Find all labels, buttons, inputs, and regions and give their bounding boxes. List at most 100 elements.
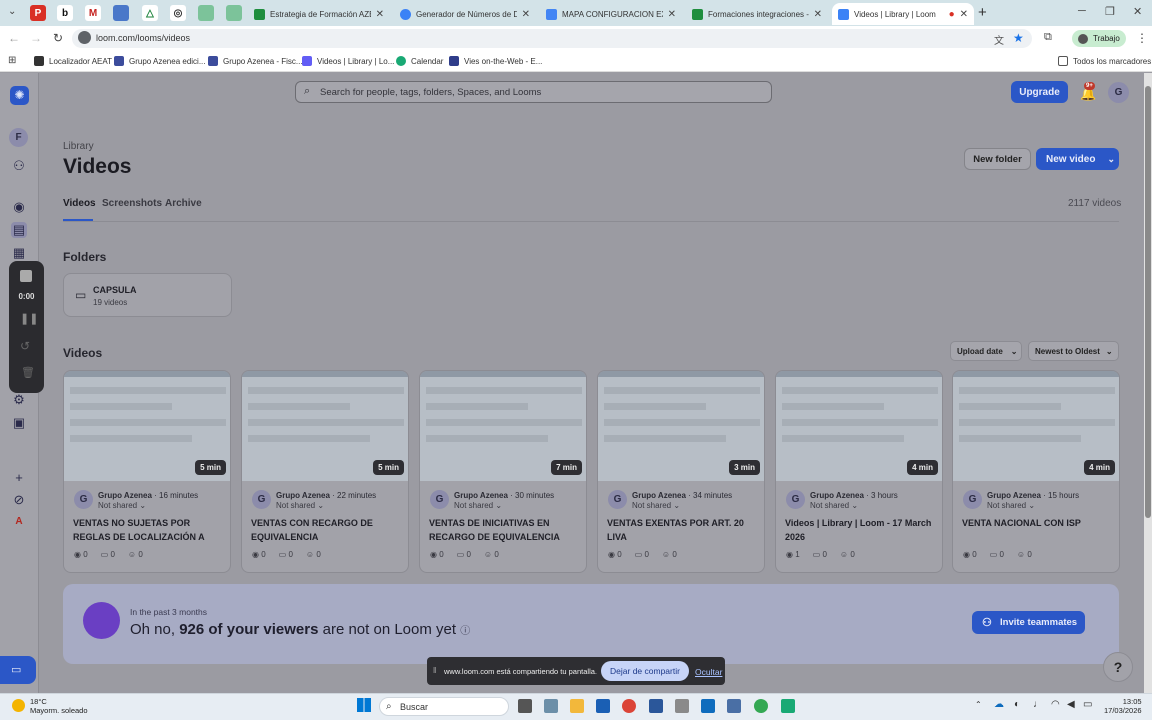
tab-videos[interactable]: Videos	[63, 198, 96, 209]
user-avatar[interactable]: G	[1108, 82, 1129, 103]
tab-search-icon[interactable]: ⌄	[8, 6, 16, 17]
share-status[interactable]: Not shared ⌄	[810, 501, 858, 510]
pinned-tab-icon[interactable]	[226, 5, 242, 21]
info-icon[interactable]: ⓘ	[460, 626, 470, 637]
back-icon[interactable]: ←	[8, 31, 20, 45]
add-user-icon[interactable]: ⚇	[11, 158, 27, 174]
system-clock[interactable]: 13:05 17/03/2026	[1104, 697, 1142, 715]
windows-start-icon[interactable]	[357, 698, 371, 712]
bookmark-item[interactable]: Grupo Azenea - Fisc...	[208, 56, 303, 66]
video-card[interactable]: 4 min G Grupo Azenea · 15 hours Not shared …	[952, 370, 1120, 573]
url-text[interactable]: loom.com/looms/videos	[96, 33, 190, 43]
menu-icon[interactable]: ⋮	[1136, 31, 1148, 45]
microphone-icon[interactable]: ♩	[1033, 699, 1043, 710]
app-icon[interactable]	[701, 699, 715, 713]
video-card[interactable]: 4 min G Grupo Azenea · 3 hours Not shared ⌄…	[775, 370, 943, 573]
bookmark-item[interactable]: Videos | Library | Lo...	[302, 56, 394, 66]
minimize-icon[interactable]: ─	[1078, 5, 1086, 17]
upgrade-button[interactable]: Upgrade	[1011, 81, 1068, 103]
close-icon[interactable]: ✕	[376, 9, 384, 20]
tab-screenshots[interactable]: Screenshots	[102, 198, 162, 209]
tab-archive[interactable]: Archive	[165, 198, 202, 209]
browser-tab[interactable]: Formaciones integraciones - He ✕	[686, 3, 828, 25]
browser-tab-active[interactable]: Videos | Library | Loom ● ✕	[832, 3, 974, 25]
chevron-up-icon[interactable]: ⌃	[975, 700, 982, 709]
stop-icon[interactable]	[20, 270, 32, 282]
word-icon[interactable]	[649, 699, 663, 713]
breadcrumb[interactable]: Library	[63, 141, 94, 152]
share-status[interactable]: Not shared ⌄	[632, 501, 680, 510]
video-thumbnail[interactable]: 4 min	[776, 371, 942, 481]
volume-icon[interactable]: ◀	[1067, 699, 1075, 710]
close-icon[interactable]: ✕	[814, 9, 822, 20]
add-icon[interactable]: +	[11, 470, 27, 486]
drive-icon[interactable]: △	[142, 5, 158, 21]
search-input[interactable]: Search for people, tags, folders, Spaces…	[320, 87, 541, 98]
video-card[interactable]: 5 min G Grupo Azenea · 16 minutes Not share…	[63, 370, 231, 573]
pinned-tab-icon[interactable]	[198, 5, 214, 21]
video-thumbnail[interactable]: 7 min	[420, 371, 586, 481]
video-title[interactable]: VENTAS EXENTAS POR ART. 20 LIVA	[607, 516, 759, 544]
stop-sharing-button[interactable]: Dejar de compartir	[601, 661, 689, 681]
close-window-icon[interactable]: ✕	[1133, 5, 1142, 18]
share-status[interactable]: Not shared ⌄	[454, 501, 502, 510]
calendar-icon[interactable]: ▦	[11, 245, 27, 261]
app-icon[interactable]	[781, 699, 795, 713]
taskbar-search[interactable]: ⌕ Buscar	[379, 697, 509, 716]
video-title[interactable]: VENTAS DE INICIATIVAS EN RECARGO DE EQUI…	[429, 516, 581, 544]
bookmark-item[interactable]: Localizador AEAT	[34, 56, 112, 66]
folder-card[interactable]: ▭ CAPSULA 19 videos	[63, 273, 232, 317]
forward-icon[interactable]: →	[30, 31, 42, 45]
battery-icon[interactable]: ▭	[1083, 699, 1092, 710]
hide-link[interactable]: Ocultar	[695, 667, 722, 677]
account-badge[interactable]: A	[11, 514, 27, 530]
trash-icon[interactable]: 🗑	[21, 366, 35, 379]
onedrive-icon[interactable]: ☁	[994, 699, 1004, 710]
task-view-icon[interactable]	[518, 699, 532, 713]
new-folder-button[interactable]: New folder	[964, 148, 1031, 170]
bookmark-item[interactable]: Vies on-the-Web - E...	[449, 56, 542, 66]
bookmark-star-icon[interactable]: ★	[1013, 31, 1024, 45]
weather-widget[interactable]: 18°C Mayorm. soleado	[30, 697, 88, 715]
upload-date-dropdown[interactable]: Upload date ⌄	[950, 341, 1022, 361]
chrome-icon[interactable]	[754, 699, 768, 713]
invite-teammates-button[interactable]: ⚇ Invite teammates	[972, 611, 1085, 634]
share-status[interactable]: Not shared ⌄	[987, 501, 1035, 510]
pinned-tab-icon[interactable]	[113, 5, 129, 21]
app-icon[interactable]	[727, 699, 741, 713]
share-status[interactable]: Not shared ⌄	[276, 501, 324, 510]
bookmark-item[interactable]: Calendar	[396, 56, 443, 66]
apps-icon[interactable]: ⊞	[8, 55, 16, 66]
integrations-icon[interactable]: ⊘	[11, 492, 27, 508]
video-title[interactable]: VENTAS NO SUJETAS POR REGLAS DE LOCALIZA…	[73, 516, 225, 544]
share-status[interactable]: Not shared ⌄	[98, 501, 146, 510]
drag-handle-icon[interactable]: ‖	[433, 666, 436, 675]
settings-icon[interactable]: ⚙	[11, 392, 27, 408]
browser-tab[interactable]: Generador de Números de DNI ✕	[394, 3, 536, 25]
video-card[interactable]: 7 min G Grupo Azenea · 30 minutes Not share…	[419, 370, 587, 573]
gmail-icon[interactable]: M	[85, 5, 101, 21]
tray-icon[interactable]: ◐	[1014, 699, 1020, 710]
wifi-icon[interactable]: ◠	[1051, 699, 1060, 710]
browser-tab[interactable]: MAPA CONFIGURACION EXCEL ✕	[540, 3, 682, 25]
chrome-icon[interactable]	[622, 699, 636, 713]
scrollbar-thumb[interactable]	[1145, 86, 1151, 518]
video-thumbnail[interactable]: 4 min	[953, 371, 1119, 481]
pinned-tab-icon[interactable]: ◎	[170, 5, 186, 21]
video-thumbnail[interactable]: 3 min	[598, 371, 764, 481]
workspace-avatar[interactable]: F	[9, 128, 28, 147]
browser-tab[interactable]: Estrategia de Formación AZENE ✕	[248, 3, 390, 25]
maximize-icon[interactable]: ❐	[1105, 5, 1115, 18]
close-icon[interactable]: ✕	[960, 9, 968, 20]
translate-icon[interactable]: 文	[994, 32, 1004, 47]
extensions-icon[interactable]: ⧉	[1044, 31, 1052, 44]
all-bookmarks[interactable]: Todos los marcadores	[1058, 56, 1151, 66]
new-tab-icon[interactable]: +	[978, 4, 987, 21]
camera-bubble-button[interactable]: ▭	[0, 656, 36, 684]
pinned-tab-icon[interactable]: b	[57, 5, 73, 21]
pinned-tab-icon[interactable]: P	[30, 5, 46, 21]
video-title[interactable]: VENTA NACIONAL CON ISP	[962, 516, 1114, 544]
person-icon[interactable]: ◉	[11, 199, 27, 215]
library-icon[interactable]: ▤	[11, 222, 27, 238]
screen-icon[interactable]: ▣	[11, 415, 27, 431]
